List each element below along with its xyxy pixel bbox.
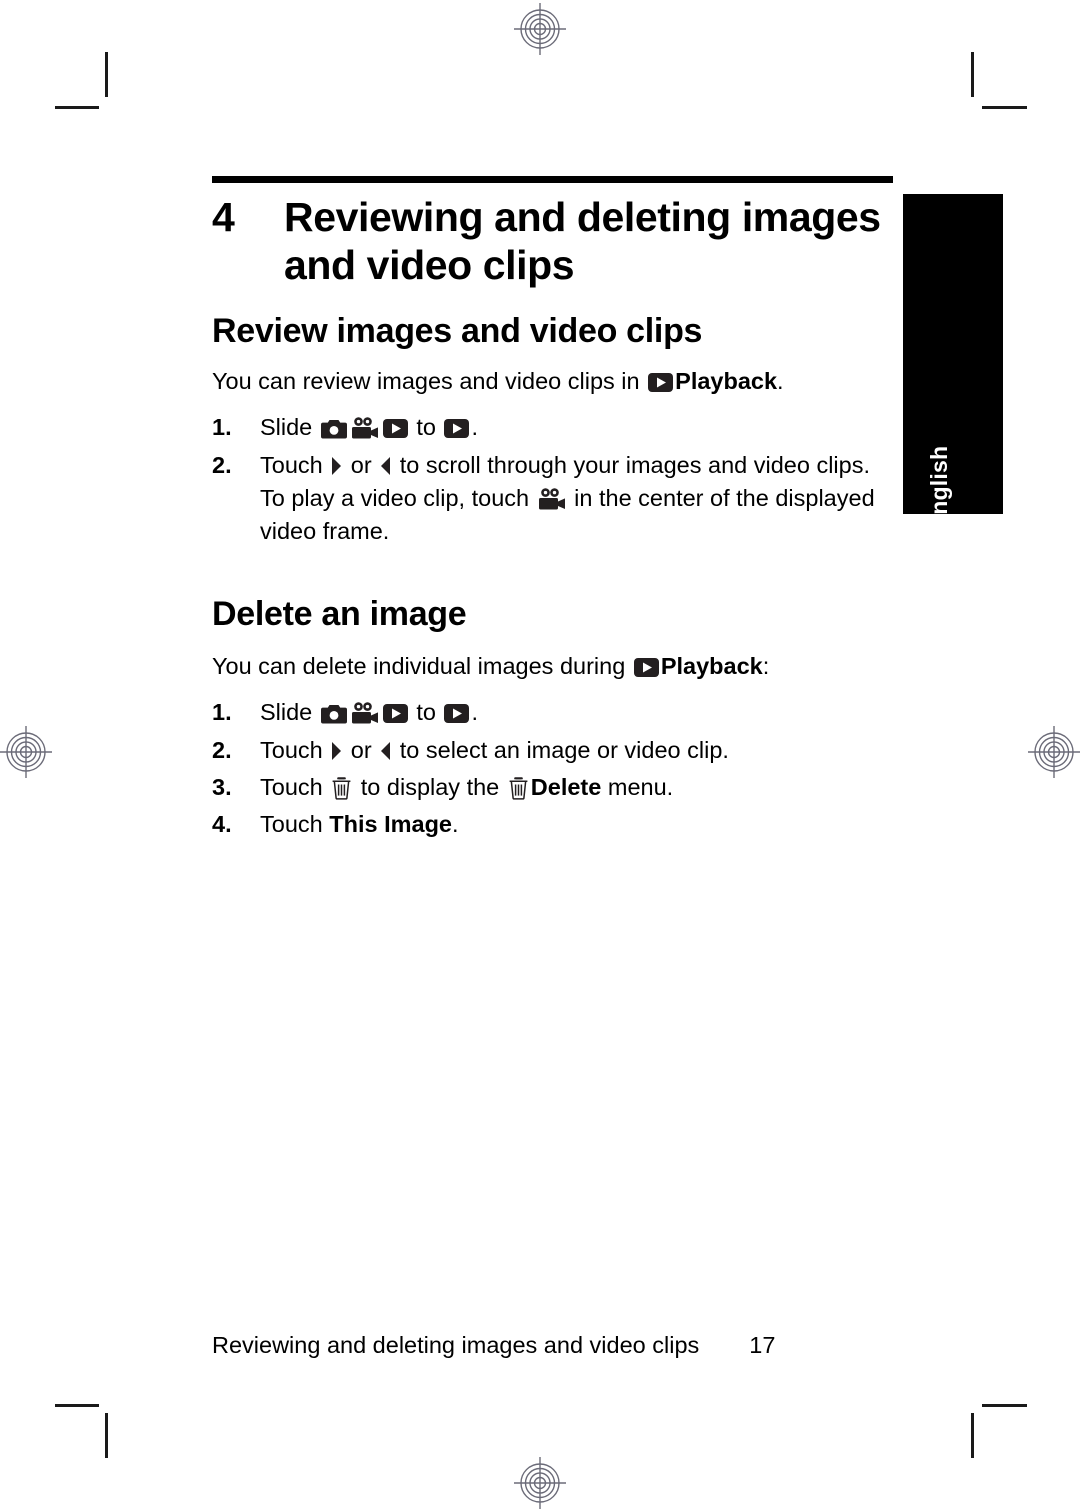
playback-icon [382, 419, 408, 439]
list-item: 1. Slide to . [212, 696, 894, 729]
still-camera-icon [320, 703, 347, 724]
step-number: 4. [212, 811, 232, 838]
chapter-rule [212, 176, 893, 183]
trash-icon [508, 775, 529, 800]
page-content: 4 Reviewing and deleting images and vide… [212, 176, 894, 846]
chapter-heading: 4 Reviewing and deleting images and vide… [212, 193, 894, 290]
arrow-right-icon [331, 455, 342, 477]
step-text-part: to [409, 414, 443, 441]
playback-icon [382, 704, 408, 724]
playback-icon [444, 419, 470, 439]
step-number: 2. [212, 736, 232, 763]
intro-text-after: : [762, 652, 770, 679]
arrow-right-icon [331, 740, 342, 762]
step-text: Slide to . [260, 411, 894, 444]
step-bold-this-image: This Image [329, 811, 453, 838]
intro-bold-playback: Playback [675, 367, 778, 394]
step-number: 2. [212, 451, 232, 478]
list-item: 3. Touch to display the Delete menu. [212, 771, 894, 804]
footer-page-number: 17 [749, 1332, 776, 1358]
arrow-left-icon [380, 740, 391, 762]
step-text: Touch This Image. [260, 808, 894, 841]
intro-text-after: . [777, 367, 784, 394]
crop-mark-top-left-horizontal [55, 106, 99, 109]
crop-mark-top-right-horizontal [982, 106, 1027, 109]
section-heading-delete: Delete an image [212, 594, 467, 633]
step-number: 3. [212, 773, 232, 800]
step-text-part: menu. [601, 773, 674, 800]
page-footer: Reviewing and deleting images and video … [212, 1332, 912, 1359]
step-text-part: . [452, 811, 459, 838]
registration-target-left [0, 725, 53, 779]
crop-mark-bottom-right-vertical [971, 1413, 974, 1458]
chapter-title: Reviewing and deleting images and video … [284, 194, 881, 289]
step-number: 1. [212, 699, 232, 726]
step-text-part: Slide [260, 699, 319, 726]
section-intro-review: You can review images and video clips in… [212, 365, 894, 397]
step-text: Slide to . [260, 696, 894, 729]
steps-list-review: 1. Slide to . 2. Touch or to scroll thro… [212, 411, 894, 548]
playback-icon [633, 657, 659, 677]
step-text-part: . [471, 414, 478, 441]
section-intro-delete: You can delete individual images during … [212, 650, 894, 682]
crop-mark-top-right-vertical [971, 52, 974, 97]
step-text-part: Touch [260, 773, 330, 800]
step-text: Touch or to select an image or video cli… [260, 734, 894, 767]
intro-text-before: You can delete individual images during [212, 652, 632, 679]
crop-mark-bottom-left-horizontal [55, 1404, 99, 1407]
steps-list-delete: 1. Slide to . 2. Touch or to select an i… [212, 696, 894, 841]
playback-icon [648, 372, 674, 392]
list-item: 1. Slide to . [212, 411, 894, 444]
arrow-left-icon [380, 455, 391, 477]
language-tab-label: English [926, 445, 952, 531]
playback-icon [444, 704, 470, 724]
intro-text-before: You can review images and video clips in [212, 367, 647, 394]
step-text: Touch to display the Delete menu. [260, 771, 894, 804]
step-text: Touch or to scroll through your images a… [260, 449, 894, 549]
step-text-part: to [409, 699, 443, 726]
section-heading-review: Review images and video clips [212, 311, 703, 350]
language-tab: English [903, 194, 1003, 530]
step-text-part: . [471, 699, 478, 726]
step-text-part: to display the [354, 773, 506, 800]
step-number: 1. [212, 414, 232, 441]
video-camera-icon [351, 417, 379, 440]
list-item: 2. Touch or to scroll through your image… [212, 449, 894, 549]
crop-mark-top-left-vertical [105, 52, 108, 97]
registration-target-top [513, 2, 567, 56]
step-text-part: Slide [260, 414, 319, 441]
chapter-number: 4 [212, 194, 235, 240]
step-text-part: Touch [260, 736, 330, 763]
registration-target-bottom [513, 1456, 567, 1510]
video-camera-icon [351, 702, 379, 725]
step-text-part: Touch [260, 811, 330, 838]
trash-icon [331, 775, 352, 800]
crop-mark-bottom-right-horizontal [982, 1404, 1027, 1407]
intro-bold-playback: Playback [660, 652, 763, 679]
step-text-part: to select an image or video clip. [393, 736, 729, 763]
footer-title: Reviewing and deleting images and video … [212, 1332, 700, 1358]
step-text-part: Touch [260, 451, 330, 478]
list-item: 4. Touch This Image. [212, 808, 894, 841]
crop-mark-bottom-left-vertical [105, 1413, 108, 1458]
list-item: 2. Touch or to select an image or video … [212, 734, 894, 767]
step-text-part: or [344, 736, 379, 763]
still-camera-icon [320, 418, 347, 439]
step-bold-delete: Delete [530, 773, 602, 800]
video-camera-icon [538, 488, 566, 511]
registration-target-right [1027, 725, 1080, 779]
step-text-part: or [344, 451, 379, 478]
